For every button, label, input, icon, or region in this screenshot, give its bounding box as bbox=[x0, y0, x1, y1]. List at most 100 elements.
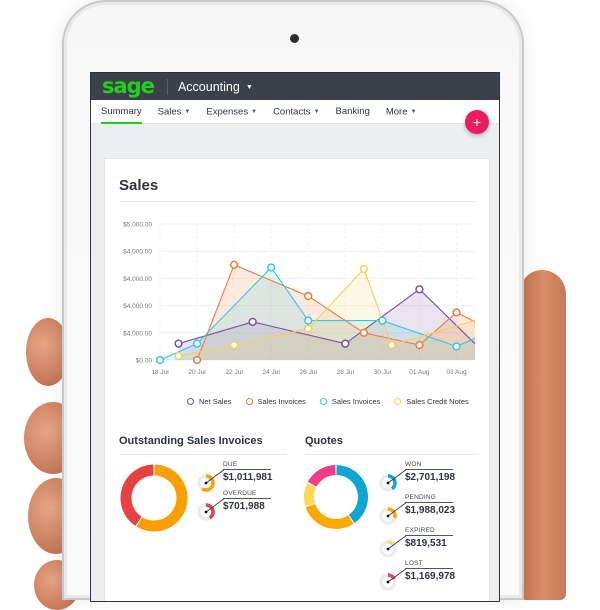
legend-label: Sales Invoices bbox=[331, 397, 381, 406]
legend-label: Sales Credit Notes bbox=[406, 397, 469, 406]
stat-label: EXPIRED bbox=[405, 527, 435, 534]
main-nav: Summary Sales ▼ Expenses ▼ Contacts ▼ Banking Mo… bbox=[91, 100, 499, 124]
y-tick-label: $5,000.00 bbox=[123, 222, 152, 229]
stat-value: $1,169,978 bbox=[405, 571, 456, 582]
nav-tab-banking[interactable]: Banking bbox=[336, 100, 370, 124]
stat-value: $1,988,023 bbox=[405, 505, 456, 516]
divider bbox=[223, 498, 271, 499]
legend-marker-icon bbox=[187, 398, 194, 405]
data-point[interactable] bbox=[192, 355, 202, 365]
legend-item[interactable]: Sales Invoices bbox=[319, 397, 381, 406]
x-tick-label: 24 Jul bbox=[262, 369, 280, 376]
legend-label: Net Sales bbox=[199, 397, 232, 406]
outstanding-title: Outstanding Sales Invoices bbox=[119, 435, 263, 447]
x-tick-label: 22 Jul bbox=[225, 369, 243, 376]
caret-down-icon: ▼ bbox=[245, 83, 253, 91]
x-tick-label: 26 Jul bbox=[300, 369, 318, 376]
quotes-title: Quotes bbox=[305, 435, 343, 447]
sage-logo[interactable]: sage bbox=[102, 73, 155, 100]
data-point[interactable] bbox=[267, 263, 276, 272]
data-point[interactable] bbox=[359, 264, 368, 274]
data-point[interactable] bbox=[229, 340, 239, 350]
y-tick-label: $4,000.00 bbox=[123, 276, 152, 283]
divider bbox=[405, 469, 453, 470]
nav-tab-label: Sales bbox=[157, 106, 182, 118]
stat-value: $1,011,981 bbox=[223, 472, 273, 483]
legend-item[interactable]: Net Sales bbox=[187, 397, 232, 406]
top-bar: sage Accounting ▼ bbox=[91, 73, 499, 100]
divider bbox=[305, 454, 477, 455]
data-point[interactable] bbox=[155, 355, 165, 365]
data-point[interactable] bbox=[304, 316, 313, 325]
stat-label: PENDING bbox=[405, 494, 437, 501]
stat-label: WON bbox=[405, 461, 422, 468]
y-tick-label: $4,000.00 bbox=[123, 330, 152, 337]
data-point[interactable] bbox=[192, 339, 202, 348]
stat-label: LOST bbox=[405, 560, 423, 567]
stat-label: OVERDUE bbox=[223, 490, 257, 497]
data-point[interactable] bbox=[229, 260, 239, 269]
caret-down-icon: ▼ bbox=[251, 108, 258, 115]
y-tick-label: $4,000.00 bbox=[123, 249, 152, 256]
x-tick-label: 20 Jul bbox=[188, 369, 206, 376]
summary-card: Sales $0.00 $4,000.00 $4,000.00 $4,000.00 $4… bbox=[104, 158, 490, 601]
data-point[interactable] bbox=[452, 308, 461, 317]
x-tick-label: 30 Jul bbox=[374, 369, 392, 376]
data-point[interactable] bbox=[174, 339, 183, 348]
donut-segment-due[interactable] bbox=[136, 464, 188, 532]
donut-segment-overdue[interactable] bbox=[120, 464, 154, 526]
data-point[interactable] bbox=[359, 328, 368, 337]
x-tick-label: 03 Aug bbox=[446, 369, 467, 376]
data-point[interactable] bbox=[174, 351, 183, 361]
legend-item[interactable]: Sales Invoices bbox=[245, 397, 306, 406]
data-point[interactable] bbox=[248, 317, 257, 327]
donut-segment-lost[interactable] bbox=[307, 465, 336, 487]
add-button[interactable]: + bbox=[465, 110, 489, 134]
nav-tab-sales[interactable]: Sales ▼ bbox=[158, 100, 191, 124]
data-point[interactable] bbox=[387, 340, 396, 350]
outstanding-donut-chart bbox=[120, 464, 188, 532]
divider bbox=[405, 568, 453, 569]
app-title: Accounting bbox=[177, 79, 240, 94]
data-point[interactable] bbox=[452, 342, 461, 351]
stat-overdue[interactable]: OVERDUE $701,988 bbox=[193, 490, 271, 524]
nav-tab-label: Banking bbox=[335, 105, 370, 117]
stat-won[interactable]: WON $2,701,198 bbox=[375, 461, 455, 495]
data-point[interactable] bbox=[378, 316, 387, 325]
plus-icon: + bbox=[472, 114, 482, 130]
thumb bbox=[520, 270, 566, 600]
sales-title: Sales bbox=[119, 177, 159, 194]
divider bbox=[119, 454, 287, 455]
donut-segment-pending[interactable] bbox=[305, 503, 354, 529]
sales-chart: $0.00 $4,000.00 $4,000.00 $4,000.00 $4,000.0… bbox=[123, 222, 476, 376]
nav-tab-more[interactable]: More ▼ bbox=[386, 100, 417, 124]
divider bbox=[223, 469, 271, 470]
stat-expired[interactable]: EXPIRED $819,531 bbox=[375, 527, 453, 561]
data-point[interactable] bbox=[415, 340, 424, 350]
nav-tab-contacts[interactable]: Contacts ▼ bbox=[273, 100, 319, 124]
data-point[interactable] bbox=[341, 339, 350, 348]
legend-marker-icon bbox=[319, 398, 327, 405]
quotes-donut-chart bbox=[304, 465, 368, 529]
legend-marker-icon bbox=[394, 398, 402, 405]
stat-pending[interactable]: PENDING $1,988,023 bbox=[375, 494, 455, 528]
x-tick-label: 28 Jul bbox=[337, 369, 355, 376]
app-screen: sage Accounting ▼ Summary Sales ▼ Expenses ▼ C… bbox=[90, 72, 500, 602]
nav-tab-label: Summary bbox=[101, 105, 142, 117]
data-point[interactable] bbox=[304, 324, 313, 333]
nav-tab-summary[interactable]: Summary bbox=[101, 100, 142, 124]
divider bbox=[119, 201, 475, 202]
nav-tab-label: More bbox=[385, 106, 408, 118]
nav-tab-expenses[interactable]: Expenses ▼ bbox=[206, 100, 257, 124]
y-tick-label: $4,000.00 bbox=[123, 303, 152, 310]
divider bbox=[166, 78, 168, 95]
donut-segment-won[interactable] bbox=[336, 465, 368, 524]
data-point[interactable] bbox=[304, 291, 313, 301]
donut-segment-expired[interactable] bbox=[304, 483, 317, 506]
data-point[interactable] bbox=[415, 285, 424, 294]
stat-lost[interactable]: LOST $1,169,978 bbox=[375, 560, 455, 594]
app-switcher[interactable]: Accounting ▼ bbox=[178, 80, 253, 94]
caret-down-icon: ▼ bbox=[313, 108, 320, 115]
divider bbox=[405, 535, 453, 536]
legend-item[interactable]: Sales Credit Notes bbox=[394, 397, 469, 406]
